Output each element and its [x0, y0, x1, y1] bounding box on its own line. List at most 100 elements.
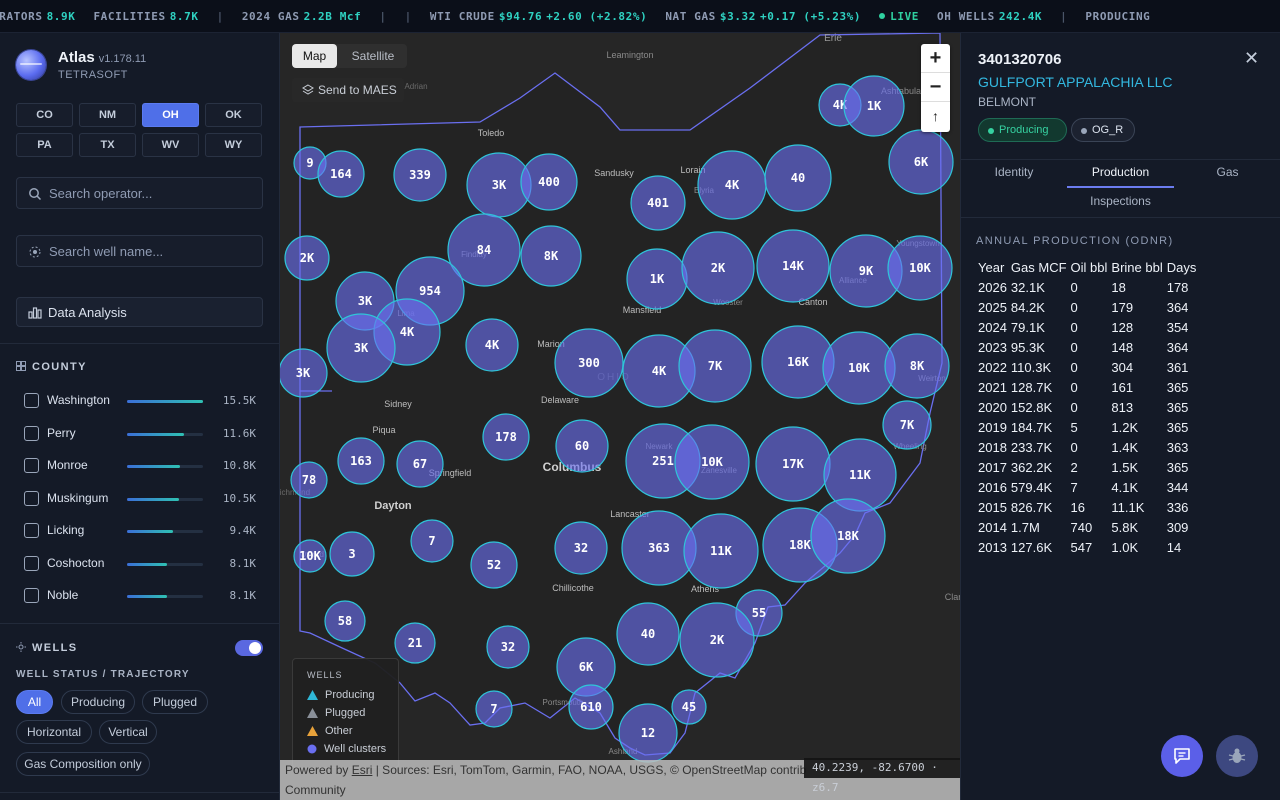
well-cluster[interactable]: 178	[482, 413, 530, 461]
tab-gas[interactable]: Gas	[1174, 158, 1280, 188]
chat-button[interactable]	[1161, 735, 1203, 777]
filter-pill-gas-composition-only[interactable]: Gas Composition only	[16, 752, 150, 776]
well-cluster[interactable]: 18K	[810, 498, 886, 574]
county-row[interactable]: Muskingum 10.5K	[24, 489, 256, 509]
well-cluster[interactable]: 7	[475, 690, 513, 728]
well-cluster[interactable]: 14K	[756, 229, 830, 303]
well-cluster[interactable]: 21	[394, 622, 436, 664]
column-header[interactable]: Gas MCF	[1009, 257, 1069, 277]
well-cluster[interactable]: 3K	[326, 313, 396, 383]
state-button-co[interactable]: CO	[16, 103, 73, 127]
well-cluster[interactable]: 7	[410, 519, 454, 563]
well-cluster[interactable]: 2K	[681, 231, 755, 305]
well-cluster[interactable]: 67	[396, 440, 444, 488]
state-button-wy[interactable]: WY	[205, 133, 262, 157]
well-cluster[interactable]: 7K	[678, 329, 752, 403]
well-cluster[interactable]: 401	[630, 175, 686, 231]
county-row[interactable]: Noble 8.1K	[24, 586, 256, 606]
column-header[interactable]: Days	[1165, 257, 1199, 277]
well-cluster[interactable]: 17K	[755, 426, 831, 502]
debug-button[interactable]	[1216, 735, 1258, 777]
state-button-pa[interactable]: PA	[16, 133, 73, 157]
county-checkbox[interactable]	[24, 588, 39, 603]
well-cluster[interactable]: 339	[393, 148, 447, 202]
filter-pill-all[interactable]: All	[16, 690, 53, 714]
well-cluster[interactable]: 52	[470, 541, 518, 589]
county-checkbox[interactable]	[24, 393, 39, 408]
well-cluster[interactable]: 8K	[884, 333, 950, 399]
data-analysis-button[interactable]: Data Analysis	[16, 297, 263, 327]
well-cluster[interactable]: 40	[616, 602, 680, 666]
state-button-tx[interactable]: TX	[79, 133, 136, 157]
well-cluster[interactable]: 3K	[280, 348, 328, 398]
well-cluster[interactable]: 2K	[284, 235, 330, 281]
well-cluster[interactable]: 10K	[887, 235, 953, 301]
county-row[interactable]: Coshocton 8.1K	[24, 554, 256, 574]
county-row[interactable]: Licking 9.4K	[24, 521, 256, 541]
esri-link[interactable]: Esri	[352, 763, 373, 777]
county-checkbox[interactable]	[24, 458, 39, 473]
filter-pill-producing[interactable]: Producing	[61, 690, 135, 714]
well-cluster[interactable]: 32	[554, 521, 608, 575]
wells-layer-toggle[interactable]	[235, 640, 263, 656]
county-row[interactable]: Monroe 10.8K	[24, 456, 256, 476]
county-bar	[127, 562, 203, 566]
well-cluster[interactable]: 1K	[843, 75, 905, 137]
well-cluster[interactable]: 10K	[674, 424, 750, 500]
well-cluster[interactable]: 12	[618, 703, 678, 763]
well-cluster[interactable]: 40	[764, 144, 832, 212]
well-cluster[interactable]: 11K	[823, 438, 897, 512]
well-cluster[interactable]: 163	[337, 437, 385, 485]
compass-button[interactable]: ↑	[921, 102, 950, 131]
filter-pill-plugged[interactable]: Plugged	[142, 690, 208, 714]
well-cluster[interactable]: 6K	[888, 129, 954, 195]
state-button-nm[interactable]: NM	[79, 103, 136, 127]
well-cluster[interactable]: 58	[324, 600, 366, 642]
operator-search-input[interactable]: Search operator...	[16, 177, 263, 209]
tab-identity[interactable]: Identity	[961, 158, 1067, 188]
county-checkbox[interactable]	[24, 523, 39, 538]
well-cluster[interactable]: 45	[671, 689, 707, 725]
county-row[interactable]: Perry 11.6K	[24, 424, 256, 444]
well-cluster[interactable]: 10K	[293, 539, 327, 573]
state-button-oh[interactable]: OH	[142, 103, 199, 127]
map-view[interactable]: Erie Ashtabula Leamington Adrian Toledo Sandu…	[280, 33, 960, 800]
tab-inspections[interactable]: Inspections	[1067, 187, 1174, 217]
well-cluster[interactable]: 3	[329, 531, 375, 577]
zoom-in-button[interactable]: +	[921, 44, 950, 73]
county-row[interactable]: Washington 15.5K	[24, 391, 256, 411]
well-cluster[interactable]: 2K	[679, 602, 755, 678]
well-cluster[interactable]: 8K	[520, 225, 582, 287]
county-checkbox[interactable]	[24, 490, 39, 506]
map-tab-map[interactable]: Map	[292, 44, 337, 68]
state-button-ok[interactable]: OK	[205, 103, 262, 127]
well-cluster[interactable]: 32	[486, 625, 530, 669]
well-cluster[interactable]: 60	[555, 419, 609, 473]
county-checkbox[interactable]	[24, 555, 39, 571]
well-cluster[interactable]: 4K	[465, 318, 519, 372]
county-checkbox[interactable]	[24, 425, 39, 441]
zoom-out-button[interactable]: −	[921, 73, 950, 102]
well-cluster[interactable]: 400	[520, 153, 578, 211]
well-cluster[interactable]: 4K	[697, 150, 767, 220]
well-name-search-input[interactable]: Search well name...	[16, 235, 263, 267]
well-cluster[interactable]: 7K	[882, 400, 932, 450]
column-header[interactable]: Oil bbl	[1069, 257, 1110, 277]
well-cluster[interactable]: 10K	[822, 331, 896, 405]
filter-pill-horizontal[interactable]: Horizontal	[16, 720, 92, 744]
state-button-wv[interactable]: WV	[142, 133, 199, 157]
column-header[interactable]: Year	[976, 257, 1009, 277]
map-tab-satellite[interactable]: Satellite	[339, 44, 407, 68]
well-cluster[interactable]: 300	[554, 328, 624, 398]
well-operator-link[interactable]: GULFPORT APPALACHIA LLC	[978, 74, 1173, 90]
well-cluster[interactable]: 610	[568, 684, 614, 730]
well-cluster[interactable]: 1K	[626, 248, 688, 310]
well-cluster[interactable]: 78	[290, 461, 328, 499]
send-to-maes-button[interactable]: Send to MAES	[292, 78, 404, 102]
column-header[interactable]: Brine bbl	[1109, 257, 1164, 277]
close-panel-button[interactable]: ✕	[1244, 48, 1259, 69]
filter-pill-vertical[interactable]: Vertical	[99, 720, 157, 744]
tab-production[interactable]: Production	[1067, 158, 1174, 188]
well-cluster[interactable]: 164	[317, 150, 365, 198]
well-cluster[interactable]: 11K	[683, 513, 759, 589]
